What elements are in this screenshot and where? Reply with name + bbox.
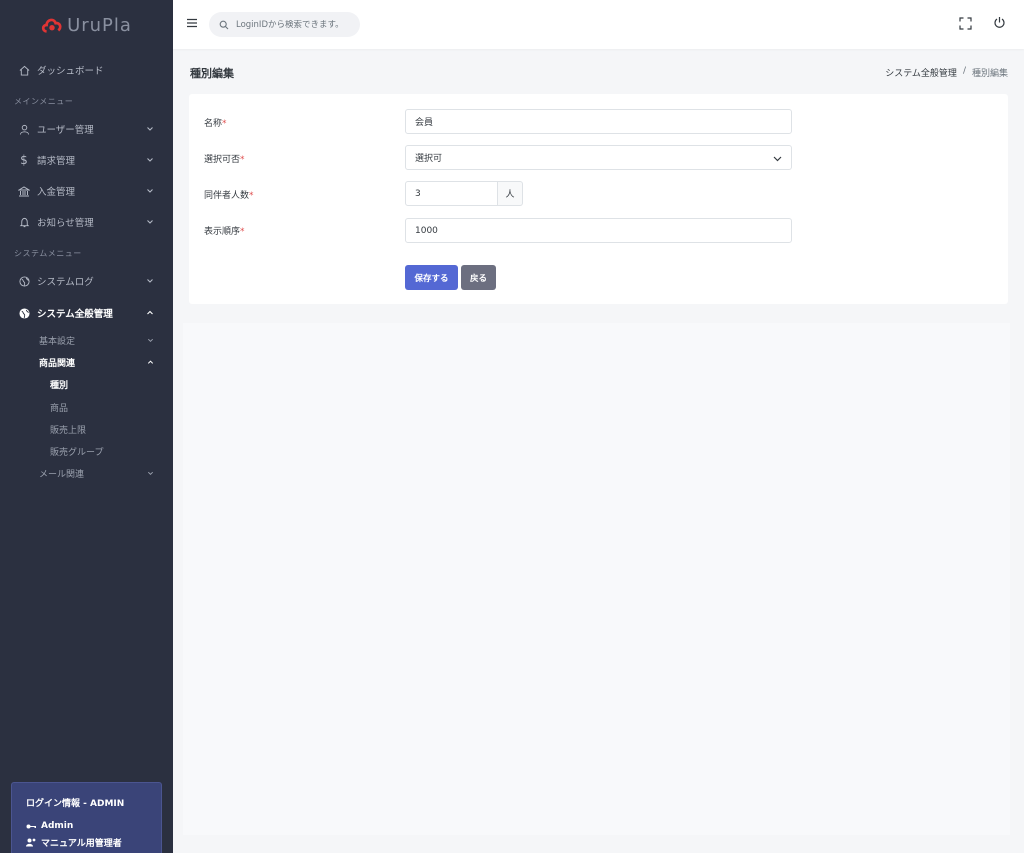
companion-input-group: 人 (405, 181, 523, 206)
name-input[interactable] (405, 109, 792, 134)
login-info-box: ログイン情報 - ADMIN Admin マニュアル用管理者 (11, 782, 162, 853)
globe-icon (18, 307, 30, 319)
key-icon (26, 824, 36, 828)
users-cog-icon (26, 838, 36, 847)
search-box (209, 12, 360, 37)
companion-label: 同伴者人数* (204, 188, 254, 201)
save-button[interactable]: 保存する (405, 265, 458, 290)
login-info-title: ログイン情報 - ADMIN (26, 799, 125, 809)
companion-unit: 人 (498, 181, 523, 206)
companion-input[interactable] (405, 181, 498, 206)
dollar-icon: $ (20, 153, 28, 167)
system-menu-title: システムメニュー (14, 249, 82, 258)
topbar (173, 0, 1024, 49)
chevron-down-icon (773, 156, 782, 162)
cloud-logo-icon (41, 18, 62, 33)
sidebar-link-product[interactable]: 商品 (50, 399, 68, 415)
selectable-select[interactable]: 選択可 (405, 145, 792, 170)
sidebar-link-type[interactable]: 種別 (50, 376, 68, 392)
sidebar-item-payments[interactable]: 入金管理 (0, 178, 173, 204)
chevron-down-icon (147, 279, 153, 283)
fullscreen-icon[interactable] (959, 17, 972, 30)
search-icon (219, 20, 229, 29)
chevron-up-icon (147, 360, 154, 364)
required-mark: * (222, 119, 227, 129)
globe-icon (18, 275, 30, 287)
login-user-row: Admin (26, 821, 147, 831)
select-value: 選択可 (415, 154, 443, 164)
sidebar-item-label: 請求管理 (37, 156, 76, 167)
sidebar-link-sales-group[interactable]: 販売グループ (50, 443, 103, 459)
brand-logo[interactable]: UruPla (0, 0, 173, 50)
sidebar: UruPla ダッシュボード メインメニュー ユーザー管理 $ 請求管理 入金管… (0, 0, 173, 853)
sidebar-subitem-product[interactable]: 商品関連 (39, 354, 159, 370)
sidebar-subitem-mail[interactable]: メール関連 (39, 465, 159, 481)
sidebar-item-label: お知らせ管理 (37, 218, 94, 229)
search-input[interactable] (236, 19, 356, 30)
breadcrumb-current: 種別編集 (971, 69, 1008, 79)
sidebar-item-label: 入金管理 (37, 187, 76, 198)
sidebar-link-sales-limit[interactable]: 販売上限 (50, 421, 86, 437)
login-role: マニュアル用管理者 (41, 839, 122, 849)
sidebar-item-system-log[interactable]: システムログ (0, 268, 173, 294)
chevron-down-icon (147, 220, 153, 224)
chevron-down-icon (147, 127, 153, 131)
bank-icon (18, 185, 30, 197)
breadcrumb-parent[interactable]: システム全般管理 (885, 66, 957, 79)
companion-label-text: 同伴者人数 (204, 191, 250, 201)
chevron-up-icon (147, 310, 153, 315)
breadcrumb-separator: / (962, 66, 966, 76)
name-label: 名称* (204, 116, 227, 129)
brand-name: UruPla (67, 14, 132, 36)
sidebar-item-label: システムログ (37, 277, 94, 288)
required-mark: * (240, 227, 245, 237)
select-label: 選択可否* (204, 152, 245, 165)
power-icon[interactable] (993, 16, 1006, 29)
sidebar-item-label: システム全般管理 (37, 309, 113, 320)
user-icon (18, 123, 30, 135)
chevron-down-icon (147, 471, 154, 476)
sidebar-item-notices[interactable]: お知らせ管理 (0, 209, 173, 235)
bell-icon (18, 216, 30, 228)
chevron-down-icon (147, 158, 153, 162)
chevron-down-icon (147, 189, 153, 193)
sidebar-item-users[interactable]: ユーザー管理 (0, 116, 173, 142)
select-label-text: 選択可否 (204, 155, 241, 165)
home-icon (18, 64, 30, 76)
name-label-text: 名称 (204, 119, 223, 129)
order-label-text: 表示順序 (204, 227, 241, 237)
login-role-row: マニュアル用管理者 (26, 836, 147, 849)
required-mark: * (249, 191, 254, 201)
sidebar-item-label: ユーザー管理 (37, 125, 94, 136)
order-label: 表示順序* (204, 224, 245, 237)
required-mark: * (240, 155, 245, 165)
sidebar-item-dashboard[interactable]: ダッシュボード (0, 57, 173, 83)
sidebar-item-label: ダッシュボード (37, 66, 104, 77)
edit-form-card: 名称* 選択可否* 選択可 同伴者人数* 人 表示順序* 保存する 戻る (189, 94, 1008, 304)
page-title: 種別編集 (190, 67, 234, 80)
empty-content-panel (183, 323, 1010, 835)
sidebar-subitem-label: メール関連 (39, 469, 85, 480)
main-menu-title: メインメニュー (14, 97, 74, 106)
sidebar-subitem-label: 商品関連 (39, 358, 76, 369)
sidebar-item-billing[interactable]: $ 請求管理 (0, 147, 173, 173)
menu-icon[interactable] (187, 18, 197, 28)
breadcrumb: システム全般管理 / 種別編集 (885, 66, 1008, 79)
sidebar-subitem-basic-settings[interactable]: 基本設定 (39, 332, 159, 348)
chevron-down-icon (147, 338, 154, 343)
sidebar-subitem-label: 基本設定 (39, 336, 76, 347)
back-button[interactable]: 戻る (461, 265, 496, 290)
order-input[interactable] (405, 218, 792, 243)
login-user: Admin (41, 821, 74, 831)
sidebar-item-system-general[interactable]: システム全般管理 (0, 300, 173, 326)
